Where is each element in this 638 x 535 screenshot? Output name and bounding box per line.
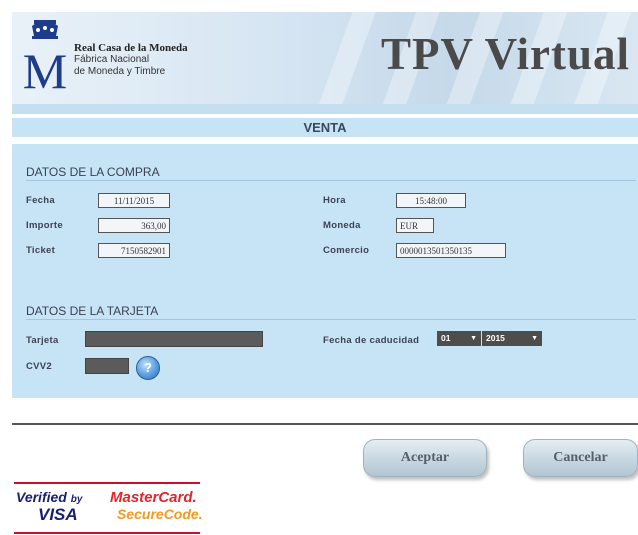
hora-field: 15:48:00 (396, 193, 466, 208)
comercio-label: Comercio (323, 245, 370, 256)
cvv-input[interactable] (85, 358, 129, 374)
verified-by-visa-logo: Verified by (16, 489, 82, 505)
expiry-month-select[interactable]: 01 ▼ (437, 331, 481, 346)
page-title: VENTA (303, 120, 347, 135)
page-title-bar: VENTA (12, 118, 638, 137)
purchase-section-title: DATOS DE LA COMPRA (26, 165, 160, 179)
crown-m-logo-icon: M (23, 20, 67, 96)
visa-text: VISA (38, 505, 78, 524)
expiry-month-value: 01 (441, 333, 451, 343)
svg-text:M: M (23, 43, 67, 96)
page-header: M Real Casa de la Moneda Fábrica Naciona… (12, 12, 638, 104)
logo-line-1: Real Casa de la Moneda (74, 42, 188, 54)
expiry-year-value: 2015 (486, 333, 505, 343)
section-divider (26, 180, 636, 181)
expiry-year-select[interactable]: 2015 ▼ (482, 331, 542, 346)
comercio-field: 0000013501350135 (396, 243, 506, 258)
cvv-label: CVV2 (26, 361, 53, 372)
footer-divider (12, 423, 638, 425)
section-divider (26, 319, 636, 320)
cancel-button[interactable]: Cancelar (523, 439, 638, 477)
ticket-label: Ticket (26, 245, 56, 256)
verified-text: Verified (16, 489, 67, 505)
verified-by-text: by (70, 494, 83, 505)
mastercard-logo-text: MasterCard. (110, 489, 197, 506)
securecode-logo-text: SecureCode. (117, 506, 203, 522)
card-section-title: DATOS DE LA TARJETA (26, 304, 159, 318)
moneda-field: EUR (396, 218, 434, 233)
card-security-badges: Verified by VISA MasterCard. SecureCode. (14, 482, 203, 534)
institution-name: Real Casa de la Moneda Fábrica Nacional … (74, 42, 188, 78)
moneda-label: Moneda (323, 220, 361, 231)
hora-label: Hora (323, 195, 346, 206)
logo-line-2: Fábrica Nacional (74, 54, 150, 65)
fecha-label: Fecha (26, 195, 55, 206)
chevron-down-icon: ▼ (531, 335, 538, 342)
payment-panel: DATOS DE LA COMPRA Fecha 11/11/2015 Hora… (12, 144, 638, 398)
importe-field: 363,00 (98, 218, 170, 233)
importe-label: Importe (26, 220, 63, 231)
header-strip (12, 104, 638, 114)
accept-button[interactable]: Aceptar (363, 439, 487, 477)
badge-top-line (14, 482, 200, 484)
help-icon[interactable]: ? (136, 356, 160, 380)
tarjeta-label: Tarjeta (26, 335, 59, 346)
card-number-input[interactable] (85, 331, 263, 347)
logo-line-3: de Moneda y Timbre (74, 66, 166, 77)
badge-bottom-line (14, 532, 200, 534)
fecha-field: 11/11/2015 (98, 193, 170, 208)
chevron-down-icon: ▼ (470, 335, 477, 342)
caducidad-label: Fecha de caducidad (323, 335, 420, 346)
ticket-field: 7150582901 (98, 243, 170, 258)
app-title: TPV Virtual (381, 29, 630, 79)
